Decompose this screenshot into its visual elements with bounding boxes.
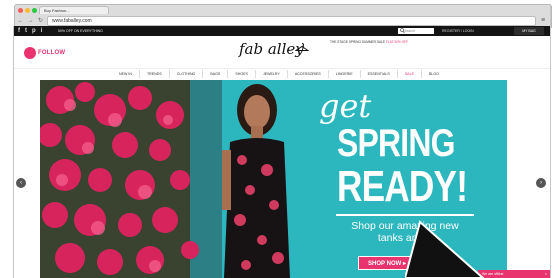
follow-badge[interactable]: FOLLOW	[24, 47, 65, 59]
browser-menu-icon[interactable]: ≡	[539, 17, 547, 24]
back-button[interactable]: ←	[17, 18, 24, 24]
hero-headline-script: get	[319, 87, 372, 125]
sale-announcement: THE STAGE SPRING SUMMER SALE FLAT 30% OF…	[330, 40, 408, 44]
carousel-next-arrow-icon[interactable]: ›	[536, 178, 546, 188]
nav-item-accessories[interactable]: ACCESSORIES	[288, 70, 329, 78]
promo-text: 50% OFF ON EVERYTHING	[58, 29, 103, 33]
nav-item-jewelry[interactable]: JEWELRY	[256, 70, 288, 78]
nav-item-sale[interactable]: SALE	[398, 70, 422, 78]
sale-announcement-highlight: FLAT 30% OFF	[385, 40, 408, 44]
close-window-button[interactable]	[18, 8, 23, 13]
nav-item-lingerie[interactable]: LINGERIE	[329, 70, 361, 78]
forward-button[interactable]: →	[27, 18, 34, 24]
window-controls	[18, 8, 37, 13]
nav-item-new-in[interactable]: NEW IN	[112, 70, 140, 78]
sale-announcement-text: THE STAGE SPRING SUMMER SALE	[330, 40, 386, 44]
facebook-icon[interactable]: f	[18, 27, 20, 35]
pinterest-icon[interactable]: p	[32, 27, 36, 35]
live-chat-label: We are offline	[482, 272, 504, 276]
hero-divider	[336, 214, 474, 216]
follow-badge-icon	[24, 47, 36, 59]
model-image	[222, 80, 292, 278]
account-links[interactable]: REGISTER / LOGIN	[442, 27, 474, 35]
nav-item-essentials[interactable]: ESSENTIALS	[361, 70, 398, 78]
nav-item-blog[interactable]: BLOG	[422, 70, 446, 78]
window-border-left	[13, 26, 14, 278]
window-border-right	[550, 4, 551, 278]
nav-item-trends[interactable]: TRENDS	[140, 70, 170, 78]
site-header: FOLLOW fab alley THE STAGE SPRING SUMMER…	[14, 36, 550, 68]
follow-badge-label: FOLLOW	[38, 50, 66, 56]
minimize-window-button[interactable]	[25, 8, 30, 13]
hero-headline-line2: READY!	[337, 162, 468, 211]
mouse-cursor-icon	[405, 220, 485, 278]
browser-tab[interactable]: Buy Fashion...	[39, 6, 109, 14]
nav-item-clothing[interactable]: CLOTHING	[170, 70, 204, 78]
carousel-prev-arrow-icon[interactable]: ‹	[16, 178, 26, 188]
twitter-icon[interactable]: t	[25, 27, 27, 35]
bougainvillea-image	[40, 80, 230, 278]
address-bar[interactable]: www.faballey.com	[47, 15, 536, 26]
hanger-icon	[295, 43, 309, 51]
reload-button[interactable]: ↻	[37, 17, 44, 24]
live-chat-bar[interactable]: We are offline ×	[478, 270, 550, 278]
browser-window-chrome: Buy Fashion... ← → ↻ www.faballey.com ≡	[14, 4, 552, 28]
my-bag-button[interactable]: MY BAG	[514, 27, 544, 35]
nav-item-bags[interactable]: BAGS	[203, 70, 229, 78]
site-top-bar: f t p i 50% OFF ON EVERYTHING Search REG…	[14, 26, 550, 36]
maximize-window-button[interactable]	[32, 8, 37, 13]
close-icon[interactable]: ×	[545, 270, 547, 278]
category-nav: NEW IN TRENDS CLOTHING BAGS SHOES JEWELR…	[14, 68, 550, 79]
search-icon	[400, 28, 405, 34]
hero-headline-line1: SPRING	[337, 122, 456, 165]
browser-toolbar: ← → ↻ www.faballey.com ≡	[17, 15, 547, 26]
social-links: f t p i	[18, 27, 42, 35]
nav-item-shoes[interactable]: SHOES	[228, 70, 256, 78]
instagram-icon[interactable]: i	[41, 27, 43, 35]
